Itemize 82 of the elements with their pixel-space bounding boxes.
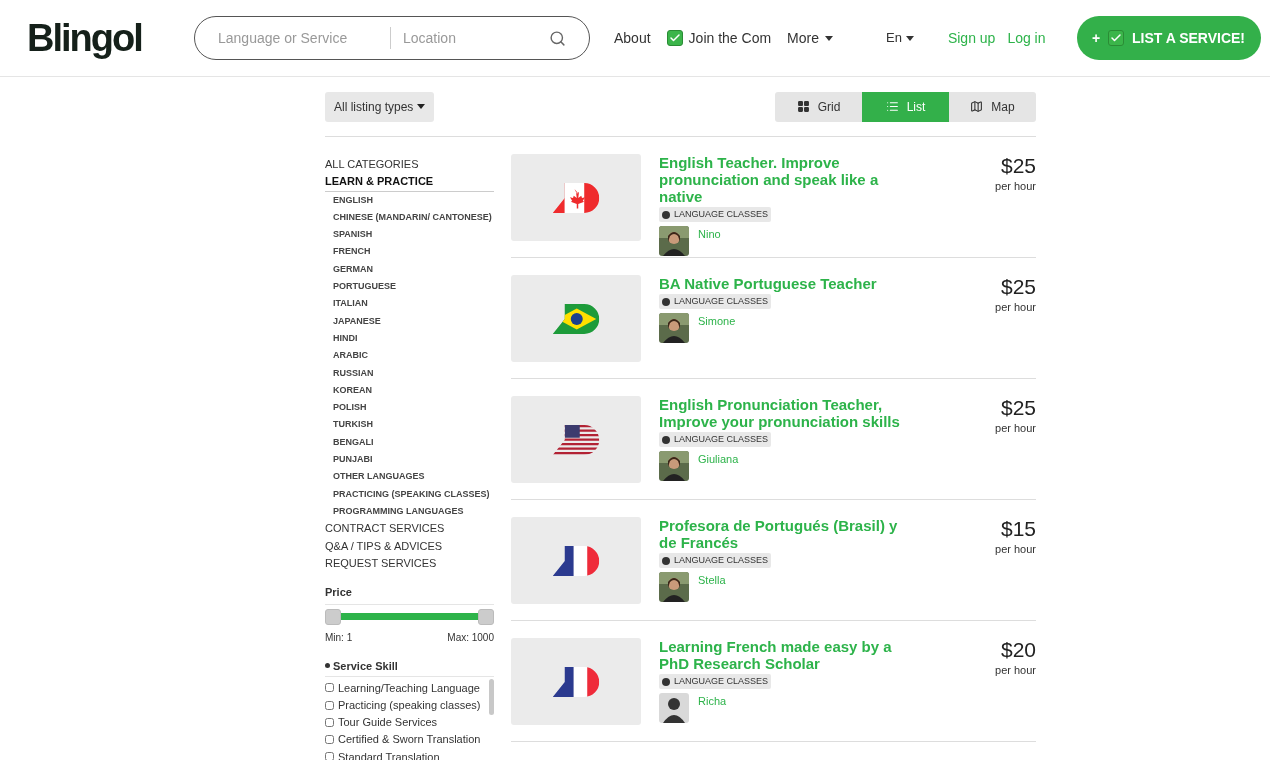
slider-handle[interactable]: [325, 608, 341, 625]
map-icon: [970, 100, 984, 113]
more-dropdown[interactable]: More: [787, 27, 833, 49]
skill-checkbox[interactable]: [325, 700, 334, 710]
subcategory-link[interactable]: JAPANESE: [325, 312, 494, 330]
list-icon: [885, 100, 899, 113]
location-field[interactable]: Location: [403, 27, 543, 49]
subcategory-link[interactable]: FRENCH: [325, 243, 494, 261]
subcategory-link[interactable]: PROGRAMMING LANGUAGES: [325, 502, 494, 521]
category-tag: LANGUAGE CLASSES: [659, 207, 772, 222]
price: $25: [1000, 275, 1036, 299]
skill-checkbox[interactable]: [325, 735, 334, 745]
listing-type-dropdown[interactable]: All listing types: [325, 91, 435, 122]
subcategory-link[interactable]: TURKISH: [325, 416, 494, 434]
checkbox-label: Practicing (speaking classes): [338, 697, 481, 713]
price: $25: [1000, 396, 1036, 420]
search-icon[interactable]: [549, 29, 566, 47]
price-unit: per hour: [995, 421, 1036, 436]
caret-icon: [825, 35, 833, 41]
subcategory-link[interactable]: BENGALI: [325, 433, 494, 452]
view-tab[interactable]: Grid: [775, 91, 862, 122]
max-price-label: Max: 1000: [447, 630, 494, 645]
listing-thumbnail[interactable]: [511, 517, 641, 604]
subcategory-link[interactable]: ENGLISH: [325, 191, 494, 209]
category-tag: LANGUAGE CLASSES: [659, 432, 772, 447]
price-unit: per hour: [995, 542, 1036, 557]
language-dropdown[interactable]: En: [886, 28, 914, 48]
subcategory-link[interactable]: OTHER LANGUAGES: [325, 468, 494, 486]
checkbox-label: Certified & Sworn Translation: [338, 732, 481, 748]
category-link[interactable]: REQUEST SERVICES: [325, 554, 494, 573]
caret-icon: [417, 104, 426, 109]
nav-link[interactable]: About: [614, 27, 651, 49]
listing-thumbnail[interactable]: [511, 154, 641, 241]
caret-icon: [905, 35, 914, 41]
price-unit: per hour: [995, 300, 1036, 315]
subcategory-link[interactable]: CHINESE (MANDARIN/ CANTONESE): [325, 208, 494, 227]
listing-thumbnail[interactable]: [511, 396, 641, 483]
grid-icon: [796, 100, 810, 113]
subcategory-link[interactable]: POLISH: [325, 399, 494, 417]
category-tag: LANGUAGE CLASSES: [659, 674, 772, 689]
subcategory-link[interactable]: RUSSIAN: [325, 364, 494, 382]
service-search-field[interactable]: Language or Service: [218, 27, 378, 49]
checkmark-icon: [1108, 30, 1125, 46]
logo[interactable]: Blingol: [27, 19, 162, 57]
checkbox-label: Standard Translation: [338, 749, 440, 760]
subcategory-link[interactable]: SPANISH: [325, 226, 494, 244]
subcategory-link[interactable]: KOREAN: [325, 381, 494, 400]
subcategory-link[interactable]: PUNJABI: [325, 451, 494, 469]
checkbox-label: Tour Guide Services: [338, 715, 438, 731]
subcategory-link[interactable]: ITALIAN: [325, 295, 494, 313]
category-link[interactable]: ALL CATEGORIES: [325, 156, 494, 174]
skill-checkbox[interactable]: [325, 683, 334, 693]
view-tab[interactable]: Map: [949, 91, 1036, 122]
category-link[interactable]: LEARN & PRACTICE: [325, 173, 494, 192]
nav-link[interactable]: Join the Com: [688, 27, 772, 49]
price-unit: per hour: [995, 179, 1036, 194]
subcategory-link[interactable]: GERMAN: [325, 260, 494, 279]
category-tag: LANGUAGE CLASSES: [659, 294, 772, 309]
subcategory-link[interactable]: ARABIC: [325, 347, 494, 365]
section-title: Price: [325, 584, 494, 605]
avatar-icon: [659, 693, 689, 723]
subcategory-link[interactable]: PRACTICING (SPEAKING CLASSES): [325, 485, 494, 503]
checkmark-icon: [666, 30, 683, 46]
price: $25: [1000, 154, 1036, 178]
price: $20: [1000, 638, 1036, 662]
price-unit: per hour: [995, 663, 1036, 678]
price-slider[interactable]: [325, 608, 494, 625]
section-title: Service Skill: [333, 658, 398, 674]
price: $15: [1000, 517, 1036, 541]
skill-checkbox[interactable]: [325, 752, 334, 760]
min-price-label: Min: 1: [325, 630, 353, 645]
listing-thumbnail[interactable]: [511, 275, 641, 362]
category-tag: LANGUAGE CLASSES: [659, 553, 772, 568]
category-link[interactable]: Q&A / TIPS & ADVICES: [325, 537, 494, 555]
subcategory-link[interactable]: HINDI: [325, 329, 494, 348]
listing-thumbnail[interactable]: [511, 638, 641, 725]
checkbox-label: Learning/Teaching Language: [338, 680, 480, 696]
category-link[interactable]: CONTRACT SERVICES: [325, 520, 494, 538]
scrollbar[interactable]: [489, 679, 494, 716]
slider-handle[interactable]: [478, 608, 494, 625]
skill-checkbox[interactable]: [325, 717, 334, 727]
subcategory-link[interactable]: PORTUGUESE: [325, 278, 494, 296]
